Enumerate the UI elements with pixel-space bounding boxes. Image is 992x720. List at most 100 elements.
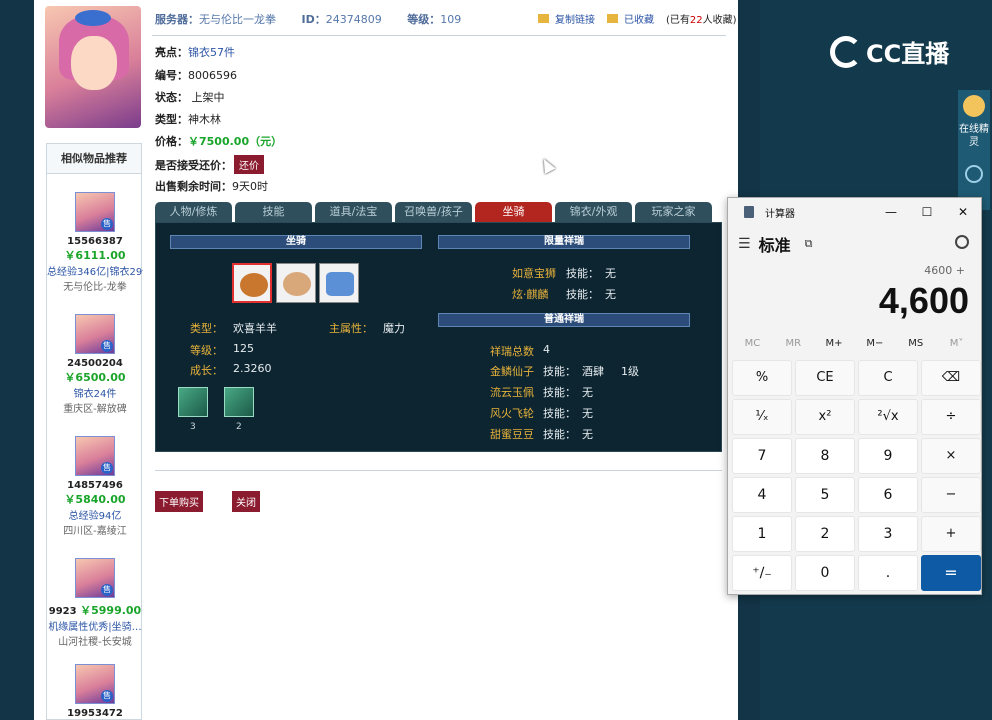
digit-5-key[interactable]: 5 [795, 477, 855, 513]
counter-offer-label: 是否接受还价： [155, 159, 232, 172]
mount-type-label: 类型： [190, 322, 223, 335]
tab-summons[interactable]: 召唤兽/孩子 [395, 202, 472, 222]
copy-link-button[interactable]: 复制链接 [555, 11, 595, 26]
similar-item[interactable]: 售 19953472 [47, 664, 143, 719]
minus-key[interactable]: − [921, 477, 981, 513]
history-icon[interactable] [955, 235, 969, 249]
clear-key[interactable]: C [858, 360, 918, 396]
sell-badge: 售 [101, 340, 113, 352]
multiply-key[interactable]: × [921, 438, 981, 474]
hamburger-menu-icon[interactable]: ☰ [738, 236, 751, 252]
normal-total-label: 祥瑞总数 [490, 345, 534, 358]
memory-clear-button[interactable]: MC [732, 338, 772, 349]
horse-mount-icon [283, 272, 311, 296]
number-value: 8006596 [188, 69, 237, 82]
similar-item-id-price: 9923 ￥5999.00 [47, 602, 143, 618]
mount-growth-label: 成长： [190, 364, 223, 377]
similar-item-desc[interactable]: 机缘属性优秀|坐骑… [47, 618, 143, 633]
similar-item[interactable]: 售 14857496 ￥5840.00 总经验94亿 四川区-嘉绫江 [47, 436, 143, 537]
memory-store-button[interactable]: MS [896, 338, 936, 349]
similar-items-title: 相似物品推荐 [47, 144, 141, 174]
favorited-button[interactable]: 已收藏 [624, 11, 654, 26]
divide-key[interactable]: ÷ [921, 399, 981, 435]
similar-item[interactable]: 售 24500204 ￥6500.00 锦衣24件 重庆区-解放碑 [47, 314, 143, 415]
maximize-button[interactable]: ☐ [909, 198, 945, 226]
highlight-value[interactable]: 锦衣57件 [188, 46, 235, 59]
tab-outfits[interactable]: 锦衣/外观 [555, 202, 632, 222]
similar-item[interactable]: 售 15566387 ￥6111.00 总经验346亿|锦衣29件 无与伦比-龙… [47, 192, 143, 293]
memory-add-button[interactable]: M+ [814, 338, 854, 349]
percent-key[interactable]: % [732, 360, 792, 396]
keep-on-top-icon[interactable]: ⧉ [805, 237, 813, 251]
clear-entry-key[interactable]: CE [795, 360, 855, 396]
minimize-button[interactable]: — [873, 198, 909, 226]
mount-skill-icon-1[interactable] [178, 387, 208, 417]
backspace-key[interactable]: ⌫ [921, 360, 981, 396]
similar-item-id: 24500204 [67, 358, 123, 369]
normal-item-skill-label: 技能： [543, 365, 576, 378]
fish-mount-icon [326, 272, 354, 296]
memory-list-button[interactable]: M˅ [937, 338, 977, 349]
digit-8-key[interactable]: 8 [795, 438, 855, 474]
counter-offer-button[interactable]: 还价 [234, 155, 264, 174]
reciprocal-key[interactable]: ¹⁄ₓ [732, 399, 792, 435]
server-value: 无与伦比一龙拳 [199, 13, 276, 26]
similar-item-desc[interactable]: 总经验346亿|锦衣29件 [47, 263, 143, 278]
similar-item-server: 无与伦比-龙拳 [63, 282, 127, 293]
digit-1-key[interactable]: 1 [732, 516, 792, 552]
similar-item-desc[interactable]: 锦衣24件 [47, 385, 143, 400]
close-button[interactable]: 关闭 [232, 491, 260, 512]
time-left-label: 出售剩余时间： [155, 180, 232, 193]
similar-item-desc[interactable]: 总经验94亿 [47, 507, 143, 522]
digit-2-key[interactable]: 2 [795, 516, 855, 552]
mount-thumb-1[interactable] [232, 263, 272, 303]
limited-section-bar: 限量祥瑞 [438, 235, 690, 249]
buy-button[interactable]: 下单购买 [155, 491, 203, 512]
window-close-button[interactable]: ✕ [945, 198, 981, 226]
type-value: 神木林 [188, 113, 221, 126]
digit-3-key[interactable]: 3 [858, 516, 918, 552]
calculator-title: 计算器 [765, 208, 795, 220]
digit-9-key[interactable]: 9 [858, 438, 918, 474]
memory-recall-button[interactable]: MR [773, 338, 813, 349]
mount-thumb-2[interactable] [276, 263, 316, 303]
tab-skills[interactable]: 技能 [235, 202, 312, 222]
status-row: 状态： 上架中 [155, 89, 225, 105]
status-label: 状态： [155, 91, 188, 104]
online-sprite-widget[interactable]: 在线精灵 [958, 90, 990, 210]
square-root-key[interactable]: ²√x [858, 399, 918, 435]
similar-item-avatar[interactable]: 售 [75, 436, 115, 476]
header-divider [152, 35, 726, 36]
digit-6-key[interactable]: 6 [858, 477, 918, 513]
similar-item-avatar[interactable]: 售 [75, 664, 115, 704]
calculator-titlebar[interactable]: 计算器 — ☐ ✕ [728, 198, 981, 226]
normal-item-name: 甜蜜豆豆 [490, 428, 534, 441]
level-label: 等级： [407, 13, 441, 26]
digit-7-key[interactable]: 7 [732, 438, 792, 474]
similar-item-server: 重庆区-解放碑 [63, 404, 127, 415]
mount-skill-icon-2[interactable] [224, 387, 254, 417]
similar-item-avatar[interactable]: 售 [75, 314, 115, 354]
normal-item-skill: 无 [582, 428, 593, 441]
tab-player-home[interactable]: 玩家之家 [635, 202, 712, 222]
digit-0-key[interactable]: 0 [795, 555, 855, 591]
counter-offer-row: 是否接受还价： 还价 [155, 155, 264, 174]
similar-item-avatar[interactable]: 售 [75, 558, 115, 598]
memory-subtract-button[interactable]: M− [855, 338, 895, 349]
number-row: 编号：8006596 [155, 67, 237, 83]
similar-item[interactable]: 售 9923 ￥5999.00 机缘属性优秀|坐骑… 山河社稷-长安城 [47, 558, 143, 648]
plus-key[interactable]: + [921, 516, 981, 552]
negate-key[interactable]: ⁺∕₋ [732, 555, 792, 591]
tab-items[interactable]: 道具/法宝 [315, 202, 392, 222]
clock-icon[interactable] [965, 165, 983, 183]
tab-character[interactable]: 人物/修炼 [155, 202, 232, 222]
decimal-key[interactable]: . [858, 555, 918, 591]
mount-skill-count-1: 3 [190, 422, 196, 432]
similar-item-avatar[interactable]: 售 [75, 192, 115, 232]
digit-4-key[interactable]: 4 [732, 477, 792, 513]
square-key[interactable]: x² [795, 399, 855, 435]
tab-mounts[interactable]: 坐骑 [475, 202, 552, 222]
mount-thumb-3[interactable] [319, 263, 359, 303]
limited-item-name: 炫·麒麟 [512, 288, 549, 301]
equals-key[interactable]: = [921, 555, 981, 591]
